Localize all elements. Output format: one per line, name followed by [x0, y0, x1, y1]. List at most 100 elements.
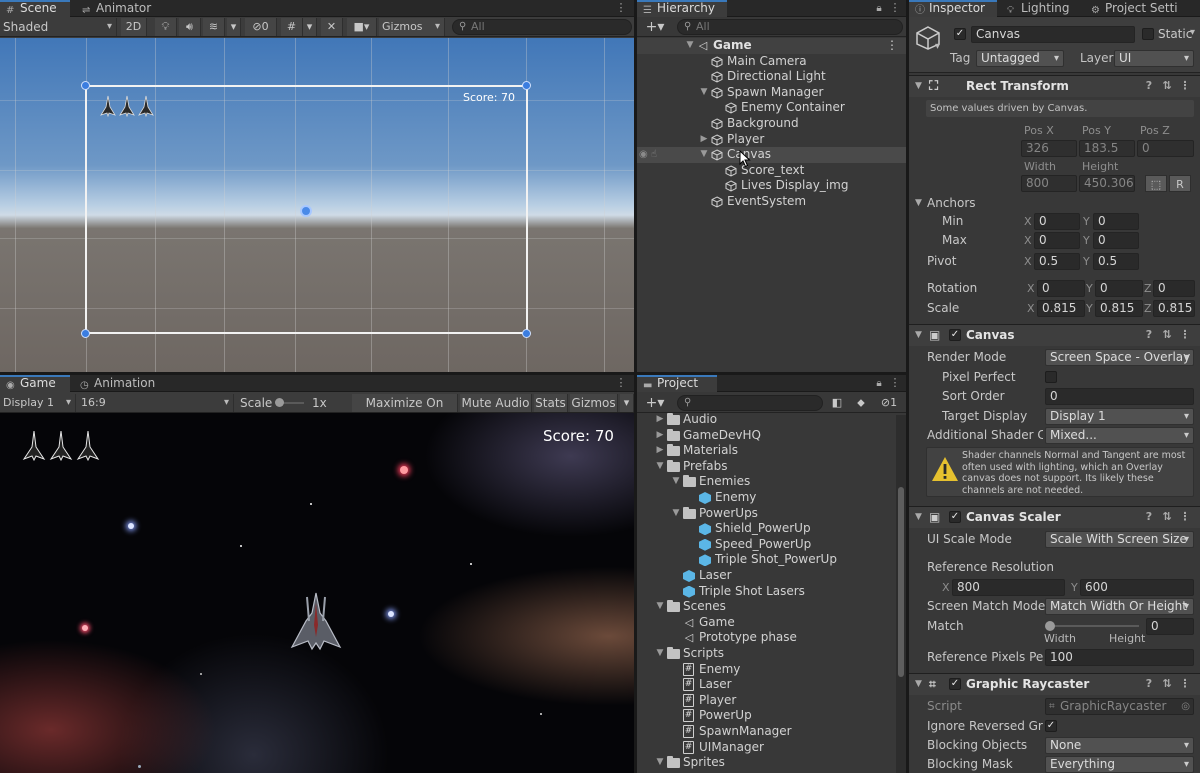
hierarchy-item[interactable]: EventSystem: [637, 194, 906, 210]
scale-y-field[interactable]: 0.815: [1095, 300, 1143, 317]
rect-transform-header[interactable]: ▼ ⛶ Rect Transform ? ⇅ ⋮: [909, 75, 1200, 97]
game-gizmos-button[interactable]: Gizmos: [570, 394, 618, 412]
tab-hierarchy[interactable]: ☰ Hierarchy: [637, 0, 727, 17]
rect-handle-bl[interactable]: [81, 329, 90, 338]
collapsed-arrow-icon[interactable]: ▶: [655, 412, 665, 428]
project-item[interactable]: ▼ Enemies: [637, 474, 894, 490]
object-name-field[interactable]: Canvas: [971, 26, 1135, 43]
panel-menu-icon[interactable]: ⋮: [614, 375, 628, 392]
expanded-arrow-icon[interactable]: ▼: [655, 646, 665, 662]
height-field[interactable]: 450.3068: [1079, 175, 1135, 192]
canvas-scaler-header[interactable]: ▼ ▣ ✓ Canvas Scaler ? ⇅ ⋮: [909, 506, 1200, 528]
tab-project-settings[interactable]: ⚙ Project Setti: [1085, 0, 1186, 17]
project-item[interactable]: ▶ Materials: [637, 443, 894, 459]
search-by-type-icon[interactable]: ◧: [827, 394, 847, 412]
audio-toggle-icon[interactable]: 🔊︎: [179, 18, 201, 36]
hierarchy-search-input[interactable]: All: [677, 19, 903, 35]
collapsed-arrow-icon[interactable]: ▶: [655, 443, 665, 459]
ignore-reversed-checkbox[interactable]: ✓: [1045, 720, 1057, 732]
tools-icon[interactable]: ✕: [321, 18, 343, 36]
label-filter-icon[interactable]: ⬥: [851, 394, 871, 412]
project-item[interactable]: # PowerUp: [637, 708, 894, 724]
lock-icon[interactable]: 🔒︎: [872, 0, 886, 17]
panel-menu-icon[interactable]: ⋮: [614, 0, 628, 17]
expanded-arrow-icon[interactable]: ▼: [699, 147, 709, 163]
expanded-arrow-icon[interactable]: ▼: [655, 459, 665, 475]
create-dropdown-button[interactable]: +▾: [639, 18, 671, 36]
display-dropdown[interactable]: Display 1: [0, 394, 76, 412]
canvas-enabled-checkbox[interactable]: ✓: [949, 329, 961, 341]
tab-scene[interactable]: # Scene: [0, 0, 70, 17]
preset-icon[interactable]: ⇅: [1160, 328, 1174, 342]
project-item[interactable]: ▼ Scripts: [637, 646, 894, 662]
active-checkbox[interactable]: ✓: [954, 28, 966, 40]
create-dropdown-button[interactable]: +▾: [639, 394, 671, 412]
hierarchy-item[interactable]: Background: [637, 116, 906, 132]
tab-animator[interactable]: ⇌ Animator: [76, 0, 159, 17]
preset-icon[interactable]: ⇅: [1160, 79, 1174, 93]
prefab-dropdown-icon[interactable]: ▾: [935, 41, 940, 52]
rotation-x-field[interactable]: 0: [1037, 280, 1085, 297]
preset-icon[interactable]: ⇅: [1160, 677, 1174, 691]
camera-dropdown-icon[interactable]: ■▾: [347, 18, 377, 36]
pos-z-field[interactable]: 0: [1137, 140, 1194, 157]
canvas-component-header[interactable]: ▼ ▣ ✓ Canvas ? ⇅ ⋮: [909, 324, 1200, 346]
layer-dropdown[interactable]: UI: [1114, 50, 1194, 67]
raycaster-enabled-checkbox[interactable]: ✓: [949, 678, 961, 690]
component-menu-icon[interactable]: ⋮: [1178, 79, 1192, 93]
hidden-packages-toggle[interactable]: ⊘1: [875, 394, 903, 412]
sort-order-field[interactable]: 0: [1045, 388, 1194, 405]
rect-handle-tr[interactable]: [522, 81, 531, 90]
scale-slider[interactable]: [275, 398, 304, 407]
gizmos-dropdown-icon[interactable]: ▾: [620, 394, 634, 412]
aspect-dropdown[interactable]: 16:9: [78, 394, 234, 412]
maximize-on-play-button[interactable]: Maximize On Play: [352, 394, 458, 428]
project-item[interactable]: # Enemy: [637, 662, 894, 678]
hierarchy-item[interactable]: Score_text: [637, 163, 906, 179]
visibility-eye-icon[interactable]: ◉ ☝: [639, 147, 657, 163]
help-icon[interactable]: ?: [1142, 328, 1156, 342]
blocking-objects-dropdown[interactable]: None: [1045, 737, 1194, 754]
grid-toggle-icon[interactable]: #: [281, 18, 303, 36]
ui-scale-mode-dropdown[interactable]: Scale With Screen Size: [1045, 531, 1194, 548]
pos-y-field[interactable]: 183.5: [1079, 140, 1135, 157]
hierarchy-item[interactable]: Enemy Container: [637, 100, 906, 116]
scale-x-field[interactable]: 0.815: [1037, 300, 1085, 317]
render-mode-dropdown[interactable]: Screen Space - Overlay: [1045, 349, 1194, 366]
project-item[interactable]: ▼ PowerUps: [637, 506, 894, 522]
match-slider[interactable]: [1045, 621, 1139, 631]
help-icon[interactable]: ?: [1142, 510, 1156, 524]
tag-dropdown[interactable]: Untagged: [976, 50, 1064, 67]
tab-animation[interactable]: ◷ Animation: [74, 375, 163, 392]
preset-icon[interactable]: ⇅: [1160, 510, 1174, 524]
effects-dropdown-icon[interactable]: ▾: [227, 18, 241, 36]
hierarchy-item[interactable]: ▼ Spawn Manager: [637, 85, 906, 101]
raw-edit-button[interactable]: R: [1169, 175, 1191, 192]
effects-toggle-icon[interactable]: ≋: [203, 18, 225, 36]
pixel-perfect-checkbox[interactable]: [1045, 371, 1057, 383]
project-item[interactable]: # Laser: [637, 677, 894, 693]
rect-handle-br[interactable]: [522, 329, 531, 338]
project-item[interactable]: ▼ Prefabs: [637, 459, 894, 475]
lighting-toggle-icon[interactable]: 💡︎: [155, 18, 177, 36]
hierarchy-item[interactable]: ▼ ◁ Game ⋮: [637, 38, 906, 54]
hierarchy-item[interactable]: Main Camera: [637, 54, 906, 70]
object-picker-icon[interactable]: ◎: [1181, 699, 1190, 714]
project-item[interactable]: ▼ Sprites: [637, 755, 894, 771]
collapsed-arrow-icon[interactable]: ▶: [655, 428, 665, 444]
expanded-arrow-icon[interactable]: ▼: [671, 474, 681, 490]
project-item[interactable]: Triple Shot_PowerUp: [637, 552, 894, 568]
2d-toggle-button[interactable]: 2D: [121, 18, 147, 36]
help-icon[interactable]: ?: [1142, 677, 1156, 691]
anchors-row[interactable]: ▼ Anchors: [909, 194, 1200, 213]
scale-z-field[interactable]: 0.815: [1153, 300, 1195, 317]
width-field[interactable]: 800: [1021, 175, 1077, 192]
project-item[interactable]: Speed_PowerUp: [637, 537, 894, 553]
project-item[interactable]: ◁ Game: [637, 615, 894, 631]
scale-slider-thumb[interactable]: [275, 398, 284, 407]
shading-mode-dropdown[interactable]: Shaded: [0, 18, 117, 36]
match-slider-thumb[interactable]: [1045, 621, 1055, 631]
scene-viewport[interactable]: Score: 70: [0, 38, 634, 372]
hierarchy-item[interactable]: Directional Light: [637, 69, 906, 85]
expanded-arrow-icon[interactable]: ▼: [655, 755, 665, 771]
